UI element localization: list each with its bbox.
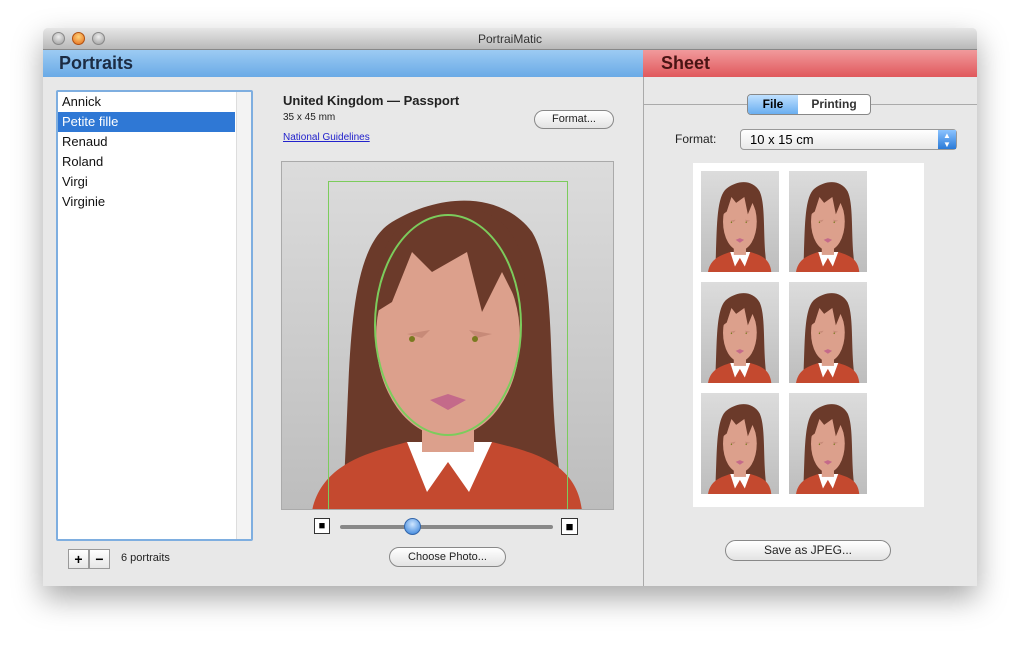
pane-divider[interactable] [643,77,644,586]
list-item[interactable]: Petite fille [58,112,235,132]
list-item[interactable]: Virginie [58,192,235,212]
window-title: PortraiMatic [477,32,542,46]
portrait-photo[interactable] [281,161,614,510]
select-arrows-icon: ▲ ▼ [938,130,956,149]
face-guide-oval [374,214,522,436]
sheet-format-select[interactable]: 10 x 15 cm ▲ ▼ [740,129,957,150]
tab-printing[interactable]: Printing [798,95,870,114]
tab-bar: File Printing [747,94,871,115]
sheet-thumbnail [701,171,779,272]
app-window: PortraiMatic Portraits Sheet Annick Peti… [43,28,977,586]
small-portrait-icon: ■ [314,518,330,534]
sheet-thumbnail [789,171,867,272]
sheet-format-value: 10 x 15 cm [750,132,814,147]
format-size: 35 x 45 mm [283,112,336,123]
sheet-thumbnail [701,393,779,494]
sheet-header: Sheet [643,50,977,77]
sheet-thumbnail [701,282,779,383]
zoom-slider[interactable] [340,525,553,529]
large-portrait-icon: ■ [561,518,578,535]
title-bar: PortraiMatic [43,28,977,50]
list-item[interactable]: Annick [58,92,235,112]
portrait-count: 6 portraits [121,552,170,564]
national-guidelines-link[interactable]: National Guidelines [283,132,370,143]
zoom-slider-knob[interactable] [404,518,422,535]
tab-file[interactable]: File [748,95,798,114]
portraits-header: Portraits [43,50,643,77]
choose-photo-button[interactable]: Choose Photo... [389,547,506,567]
save-jpeg-button[interactable]: Save as JPEG... [725,540,891,561]
sheet-format-label: Format: [675,132,717,146]
zoom-button[interactable] [92,32,105,45]
portrait-list[interactable]: Annick Petite fille Renaud Roland Virgi … [56,90,253,541]
sheet-preview [693,163,924,507]
minimize-button[interactable] [72,32,85,45]
add-portrait-button[interactable]: + [68,549,89,569]
sheet-thumbnail [789,282,867,383]
close-button[interactable] [52,32,65,45]
list-item[interactable]: Renaud [58,132,235,152]
list-item[interactable]: Virgi [58,172,235,192]
remove-portrait-button[interactable]: − [89,549,110,569]
sheet-thumbnail [789,393,867,494]
format-title: United Kingdom — Passport [283,93,460,108]
list-scrollbar[interactable] [236,92,251,539]
format-button[interactable]: Format... [534,110,614,129]
list-item[interactable]: Roland [58,152,235,172]
